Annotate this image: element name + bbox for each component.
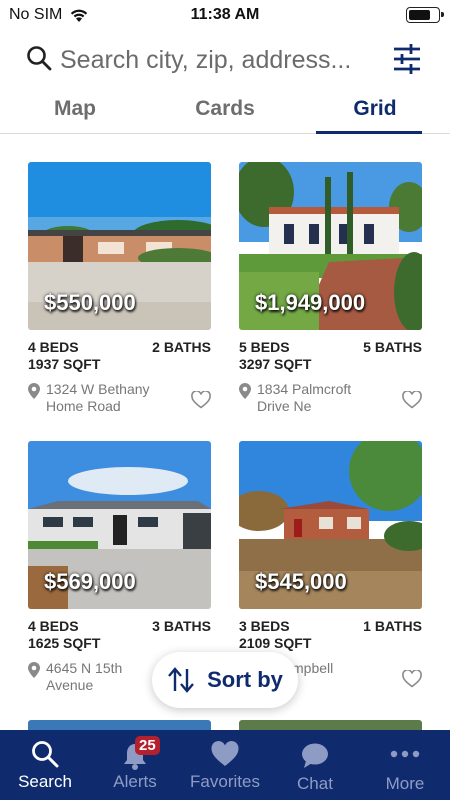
address-line-2: Home Road — [46, 398, 121, 414]
sort-label: Sort by — [207, 667, 283, 692]
sqft-value: 2109 SQFT — [239, 635, 312, 651]
address-line-2: Drive Ne — [257, 398, 312, 414]
listing-price: $1,949,000 — [255, 290, 366, 315]
favorite-heart-icon[interactable] — [191, 391, 211, 409]
search-icon — [27, 46, 52, 71]
more-dots-icon — [390, 750, 420, 758]
listing-photo[interactable]: $550,000 — [28, 162, 211, 330]
sort-arrows-icon — [168, 667, 195, 693]
listing-price: $545,000 — [255, 569, 347, 594]
listing-specs: 4 BEDS 1937 SQFT 2 BATHS — [28, 339, 211, 373]
map-pin-icon — [28, 662, 40, 678]
nav-search[interactable]: Search — [0, 730, 90, 800]
listing-address: 1834 Palmcroft Drive Ne — [239, 381, 422, 415]
alerts-badge: 25 — [135, 736, 160, 755]
listing-price: $550,000 — [44, 290, 136, 315]
status-bar: No SIM 11:38 AM — [0, 0, 450, 30]
battery-fill — [409, 10, 430, 20]
address-line-1: 1324 W Bethany — [46, 381, 150, 397]
favorite-heart-icon[interactable] — [402, 391, 422, 409]
listing-address: 1324 W Bethany Home Road — [28, 381, 211, 415]
nav-label: Chat — [297, 774, 333, 793]
nav-more[interactable]: More — [360, 730, 450, 800]
listing-specs: 3 BEDS 2109 SQFT 1 BATHS — [239, 618, 422, 652]
listing-card[interactable]: $550,000 4 BEDS 1937 SQFT 2 BATHS 1324 W… — [28, 162, 211, 415]
map-pin-icon — [28, 383, 40, 399]
tab-map[interactable]: Map — [0, 88, 150, 133]
listing-photo[interactable]: $545,000 — [239, 441, 422, 609]
chat-bubble-icon — [302, 743, 328, 768]
sqft-value: 1625 SQFT — [28, 635, 101, 651]
nav-label: More — [385, 774, 425, 793]
tab-cards[interactable]: Cards — [150, 88, 300, 133]
listing-specs: 5 BEDS 3297 SQFT 5 BATHS — [239, 339, 422, 373]
baths-count: 3 BATHS — [152, 618, 211, 634]
listing-photo[interactable]: $1,949,000 — [239, 162, 422, 330]
nav-chat[interactable]: Chat — [270, 730, 360, 800]
sqft-value: 3297 SQFT — [239, 356, 312, 372]
nav-label: Search — [18, 772, 72, 791]
search-input[interactable] — [60, 42, 380, 78]
nav-label: Alerts — [113, 772, 157, 791]
listing-price: $569,000 — [44, 569, 136, 594]
nav-label: Favorites — [190, 772, 260, 791]
status-time: 11:38 AM — [190, 6, 260, 23]
search-bar — [0, 36, 450, 86]
baths-count: 5 BATHS — [363, 339, 422, 355]
bottom-nav: Search 25 Alerts Favorites Chat More — [0, 730, 450, 800]
listing-specs: 4 BEDS 1625 SQFT 3 BATHS — [28, 618, 211, 652]
favorite-heart-icon[interactable] — [402, 670, 422, 688]
map-pin-icon — [239, 383, 251, 399]
search-icon — [32, 741, 59, 768]
listing-card[interactable]: $1,949,000 5 BEDS 3297 SQFT 5 BATHS 1834… — [239, 162, 422, 415]
address-line-1: 1834 Palmcroft — [257, 381, 352, 397]
battery-icon — [406, 7, 444, 23]
tab-grid[interactable]: Grid — [300, 88, 450, 134]
listing-photo[interactable]: $569,000 — [28, 441, 211, 609]
heart-icon — [211, 741, 239, 766]
baths-count: 1 BATHS — [363, 618, 422, 634]
view-tabs: Map Cards Grid — [0, 88, 450, 134]
filter-sliders-icon[interactable] — [392, 43, 422, 75]
nav-favorites[interactable]: Favorites — [180, 730, 270, 800]
nav-alerts[interactable]: 25 Alerts — [90, 730, 180, 800]
sqft-value: 1937 SQFT — [28, 356, 101, 372]
sort-button[interactable]: Sort by — [152, 652, 298, 708]
baths-count: 2 BATHS — [152, 339, 211, 355]
